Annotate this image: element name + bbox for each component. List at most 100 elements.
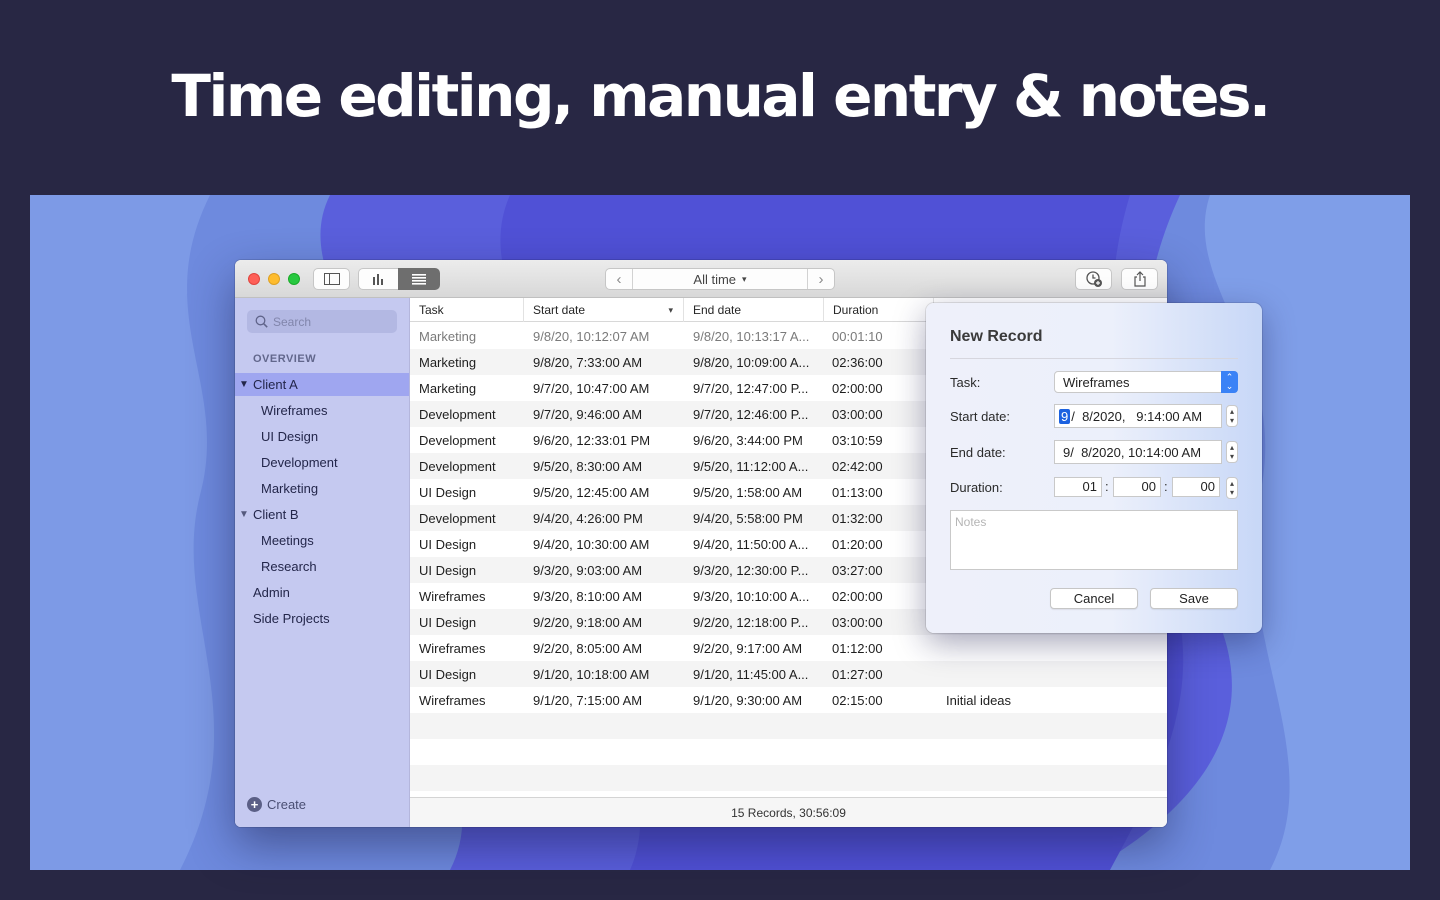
sidebar-item-label: Marketing <box>261 481 319 496</box>
duration-hours-field[interactable]: 01 <box>1054 477 1102 497</box>
end-date-label: End date: <box>950 445 1006 460</box>
disclosure-triangle-icon[interactable]: ▼ <box>235 509 253 520</box>
cancel-button[interactable]: Cancel <box>1050 588 1138 609</box>
cell-end-date: 9/4/20, 5:58:00 PM <box>693 510 803 526</box>
sidebar-item-marketing[interactable]: Marketing <box>235 477 409 500</box>
task-select[interactable]: Wireframes ⌃ ⌄ <box>1054 371 1238 393</box>
column-header-label: Task <box>419 303 444 317</box>
cell-end-date: 9/1/20, 11:45:00 A... <box>693 666 809 682</box>
column-header-end-date[interactable]: End date <box>684 298 824 322</box>
zoom-window-button[interactable] <box>288 273 300 285</box>
toggle-sidebar-button[interactable] <box>313 268 350 290</box>
cell-start-date: 9/6/20, 12:33:01 PM <box>533 432 651 448</box>
cell-duration: 02:00:00 <box>832 588 883 604</box>
create-button[interactable]: + Create <box>247 797 306 812</box>
cell-start-date: 9/3/20, 9:03:00 AM <box>533 562 643 578</box>
sidebar-item-label: Side Projects <box>253 611 330 626</box>
end-date-field[interactable]: 9/ 8/2020, 10:14:00 AM <box>1054 440 1222 464</box>
cell-start-date: 9/2/20, 8:05:00 AM <box>533 640 643 656</box>
headline: Time editing, manual entry & notes. <box>171 62 1271 130</box>
cell-task: UI Design <box>419 666 477 682</box>
section-heading-overview: OVERVIEW <box>253 353 317 365</box>
sidebar-item-research[interactable]: Research <box>235 555 409 578</box>
sidebar-item-side-projects[interactable]: Side Projects <box>235 607 409 630</box>
cell-duration: 02:15:00 <box>832 692 883 708</box>
start-date-field[interactable]: 9/ 8/2020, 9:14:00 AM <box>1054 404 1222 428</box>
cell-start-date: 9/5/20, 12:45:00 AM <box>533 484 650 500</box>
cell-start-date: 9/3/20, 8:10:00 AM <box>533 588 643 604</box>
sidebar-item-admin[interactable]: Admin <box>235 581 409 604</box>
date-range-dropdown[interactable]: All time ▾ <box>632 269 808 289</box>
save-button[interactable]: Save <box>1150 588 1238 609</box>
start-date-rest: / 8/2020, 9:14:00 AM <box>1071 408 1203 424</box>
sidebar: Search OVERVIEW ▼ Client A Wireframes UI… <box>235 298 410 827</box>
duration-seconds-field[interactable]: 00 <box>1172 477 1220 497</box>
share-button[interactable] <box>1121 268 1158 290</box>
chevron-right-icon: › <box>818 270 824 288</box>
duration-separator: : <box>1164 479 1168 494</box>
cell-end-date: 9/5/20, 11:12:00 A... <box>693 458 809 474</box>
cell-end-date: 9/8/20, 10:09:00 A... <box>693 354 810 370</box>
cell-task: UI Design <box>419 562 477 578</box>
cell-end-date: 9/3/20, 12:30:00 P... <box>693 562 809 578</box>
search-icon <box>255 315 268 328</box>
column-header-task[interactable]: Task <box>410 298 524 322</box>
cell-duration: 03:27:00 <box>832 562 883 578</box>
cell-task: Marketing <box>419 380 477 396</box>
cell-task: UI Design <box>419 614 477 630</box>
minimize-window-button[interactable] <box>268 273 280 285</box>
duration-label: Duration: <box>950 480 1003 495</box>
sidebar-item-wireframes[interactable]: Wireframes <box>235 399 409 422</box>
notes-textarea[interactable]: Notes <box>950 510 1238 570</box>
previous-range-button[interactable]: ‹ <box>606 269 632 289</box>
duration-minutes-field[interactable]: 00 <box>1113 477 1161 497</box>
table-row[interactable]: Wireframes 9/2/20, 8:05:00 AM 9/2/20, 9:17… <box>410 635 1167 661</box>
cell-start-date: 9/5/20, 8:30:00 AM <box>533 458 643 474</box>
notes-placeholder: Notes <box>955 515 987 529</box>
start-month-segment[interactable]: 9 <box>1059 408 1071 424</box>
sidebar-item-ui-design[interactable]: UI Design <box>235 425 409 448</box>
new-record-button[interactable] <box>1075 268 1112 290</box>
search-input[interactable]: Search <box>247 310 397 333</box>
cell-end-date: 9/2/20, 12:18:00 P... <box>693 614 809 630</box>
column-header-start-date[interactable]: Start date ▾ <box>524 298 684 322</box>
next-range-button[interactable]: › <box>808 269 834 289</box>
cell-duration: 03:00:00 <box>832 614 883 630</box>
date-range-label: All time <box>693 271 737 287</box>
column-header-label: Start date <box>533 303 586 317</box>
sidebar-item-client-b[interactable]: ▼ Client B <box>235 503 409 526</box>
end-date-stepper[interactable]: ▴ ▾ <box>1226 441 1238 463</box>
date-range-control: ‹ All time ▾ › <box>605 268 835 290</box>
table-row[interactable]: UI Design 9/1/20, 10:18:00 AM 9/1/20, 11:4… <box>410 661 1167 687</box>
duration-stepper[interactable]: ▴ ▾ <box>1226 477 1238 499</box>
cell-end-date: 9/1/20, 9:30:00 AM <box>693 692 803 708</box>
start-date-stepper[interactable]: ▴ ▾ <box>1226 405 1238 427</box>
divider <box>950 358 1238 359</box>
table-row[interactable]: Wireframes 9/1/20, 7:15:00 AM 9/1/20, 9:30… <box>410 687 1167 713</box>
sidebar-item-development[interactable]: Development <box>235 451 409 474</box>
cell-task: UI Design <box>419 536 477 552</box>
sidebar-item-meetings[interactable]: Meetings <box>235 529 409 552</box>
cell-task: Development <box>419 432 496 448</box>
cell-duration: 03:10:59 <box>832 432 883 448</box>
plus-circle-icon: + <box>247 797 262 812</box>
column-header-duration[interactable]: Duration <box>824 298 934 322</box>
end-date-value: 9/ 8/2020, 10:14:00 AM <box>1063 444 1202 460</box>
cell-task: Marketing <box>419 354 477 370</box>
cell-start-date: 9/2/20, 9:18:00 AM <box>533 614 643 630</box>
task-select-value: Wireframes <box>1063 374 1130 390</box>
cell-end-date: 9/5/20, 1:58:00 AM <box>693 484 803 500</box>
sidebar-item-label: Client A <box>253 377 298 392</box>
list-view-button[interactable] <box>398 268 440 290</box>
close-window-button[interactable] <box>248 273 260 285</box>
disclosure-triangle-icon[interactable]: ▼ <box>235 379 253 390</box>
cancel-button-label: Cancel <box>1073 591 1115 606</box>
chart-view-button[interactable] <box>358 268 399 290</box>
sidebar-item-client-a[interactable]: ▼ Client A <box>235 373 409 396</box>
cell-duration: 01:12:00 <box>832 640 883 656</box>
cell-end-date: 9/3/20, 10:10:00 A... <box>693 588 810 604</box>
sidebar-item-label: UI Design <box>261 429 319 444</box>
up-down-chevron-icon: ⌃ ⌄ <box>1221 371 1238 393</box>
sidebar-item-label: Meetings <box>261 533 314 548</box>
clock-add-icon <box>1085 271 1102 287</box>
